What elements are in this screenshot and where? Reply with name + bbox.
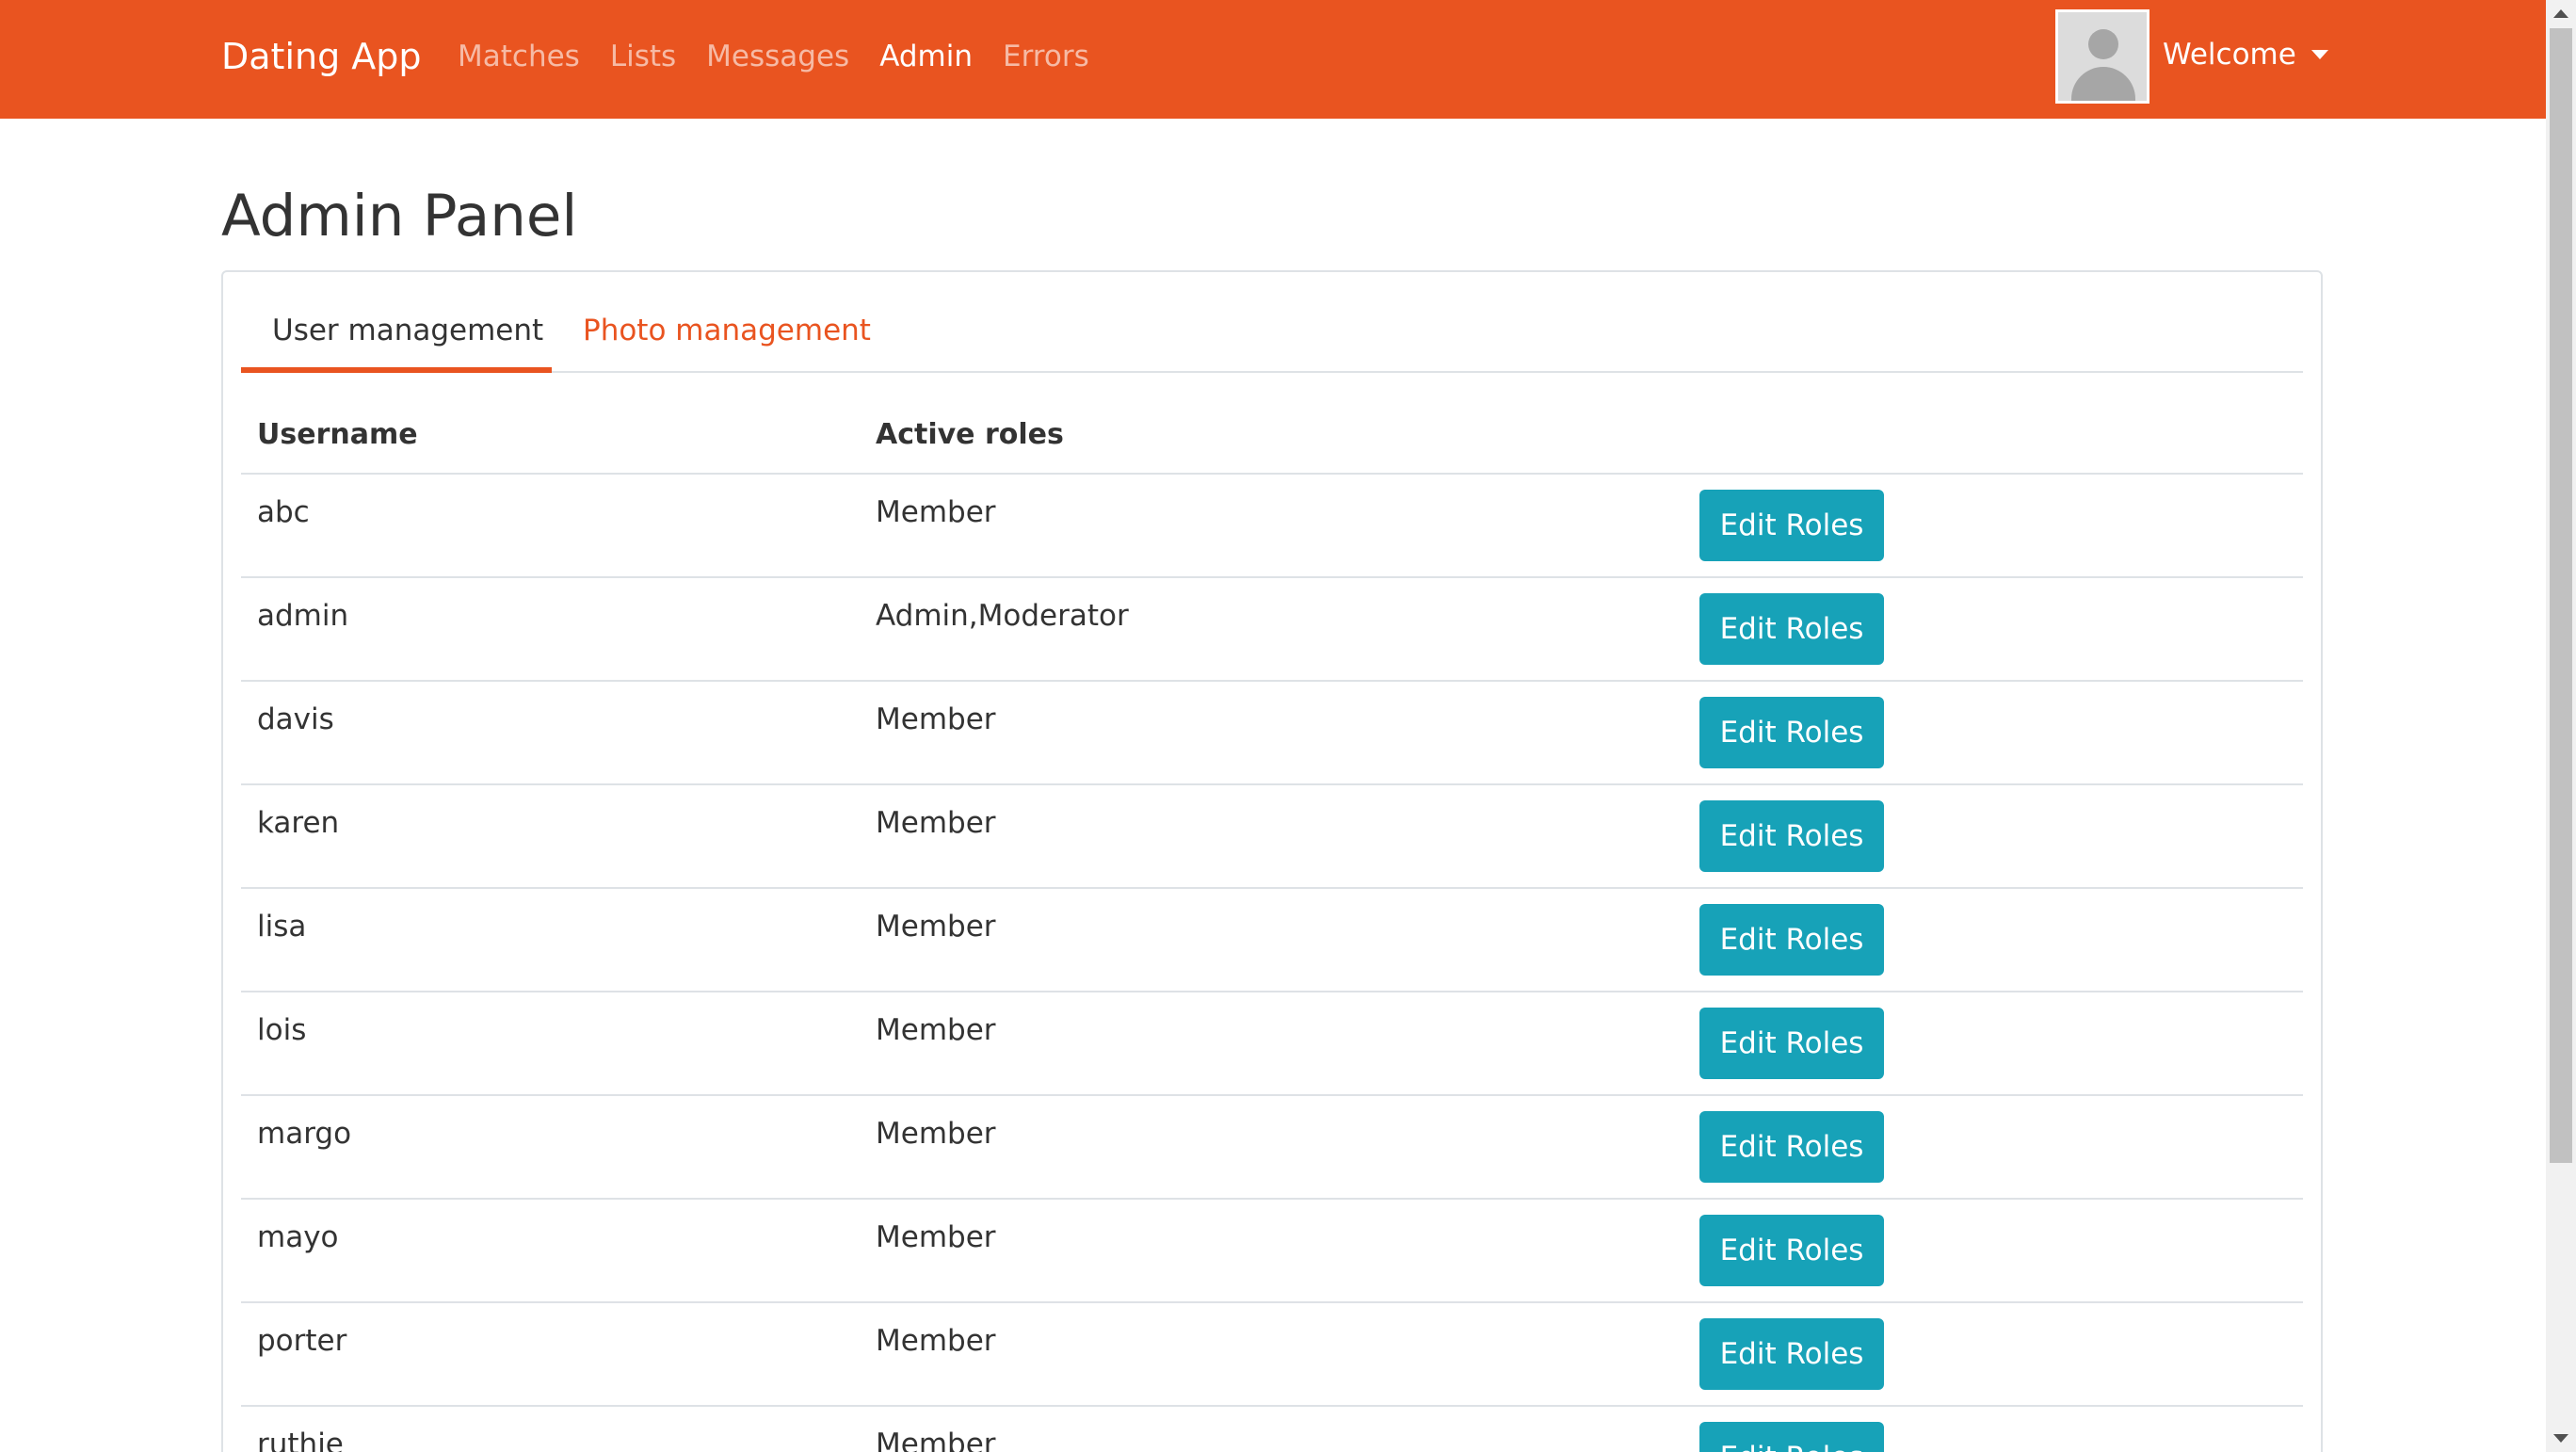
nav-link-lists[interactable]: Lists xyxy=(610,28,676,85)
table-row: admin Admin,Moderator Edit Roles xyxy=(241,578,2303,682)
edit-roles-button[interactable]: Edit Roles xyxy=(1699,800,1884,872)
tab-user-management[interactable]: User management xyxy=(241,298,552,373)
edit-roles-button[interactable]: Edit Roles xyxy=(1699,697,1884,768)
table-row: porter Member Edit Roles xyxy=(241,1303,2303,1407)
table-row: ruthie Member Edit Roles xyxy=(241,1407,2303,1452)
edit-roles-button[interactable]: Edit Roles xyxy=(1699,490,1884,561)
column-header-username: Username xyxy=(257,418,418,451)
table-row: lisa Member Edit Roles xyxy=(241,889,2303,992)
caret-down-icon xyxy=(2310,50,2328,59)
table-row: margo Member Edit Roles xyxy=(241,1096,2303,1200)
username-cell: abc xyxy=(257,495,310,529)
admin-tabs: User management Photo management xyxy=(241,298,2303,373)
username-cell: margo xyxy=(257,1117,352,1151)
brand-link[interactable]: Dating App xyxy=(221,28,422,85)
nav-link-matches[interactable]: Matches xyxy=(458,28,580,85)
vertical-scrollbar[interactable] xyxy=(2546,0,2576,1452)
edit-roles-button[interactable]: Edit Roles xyxy=(1699,1008,1884,1079)
scroll-down-arrow-icon[interactable] xyxy=(2553,1434,2568,1443)
username-cell: karen xyxy=(257,806,340,840)
table-row: abc Member Edit Roles xyxy=(241,475,2303,578)
scrollbar-thumb[interactable] xyxy=(2550,28,2572,1163)
username-cell: mayo xyxy=(257,1220,339,1254)
user-avatar xyxy=(2055,9,2149,104)
roles-cell: Member xyxy=(876,1324,996,1358)
edit-roles-button[interactable]: Edit Roles xyxy=(1699,1111,1884,1183)
table-row: davis Member Edit Roles xyxy=(241,682,2303,785)
roles-cell: Member xyxy=(876,702,996,736)
roles-cell: Member xyxy=(876,910,996,944)
edit-roles-button[interactable]: Edit Roles xyxy=(1699,593,1884,665)
tab-photo-management[interactable]: Photo management xyxy=(552,298,902,373)
nav-link-errors[interactable]: Errors xyxy=(1003,28,1089,85)
roles-cell: Member xyxy=(876,1428,996,1452)
edit-roles-button[interactable]: Edit Roles xyxy=(1699,1215,1884,1286)
username-cell: porter xyxy=(257,1324,347,1358)
table-row: karen Member Edit Roles xyxy=(241,785,2303,889)
roles-cell: Member xyxy=(876,1220,996,1254)
edit-roles-button[interactable]: Edit Roles xyxy=(1699,1422,1884,1452)
nav-link-admin[interactable]: Admin xyxy=(879,28,973,85)
username-cell: ruthie xyxy=(257,1428,344,1452)
roles-cell: Admin,Moderator xyxy=(876,599,1129,633)
nav-link-messages[interactable]: Messages xyxy=(706,28,849,85)
avatar-placeholder-icon xyxy=(2058,12,2147,101)
username-cell: lisa xyxy=(257,910,307,944)
roles-cell: Member xyxy=(876,495,996,529)
roles-cell: Member xyxy=(876,1013,996,1047)
table-row: mayo Member Edit Roles xyxy=(241,1200,2303,1303)
edit-roles-button[interactable]: Edit Roles xyxy=(1699,904,1884,976)
top-navbar: Dating App Matches Lists Messages Admin … xyxy=(0,0,2546,119)
username-cell: lois xyxy=(257,1013,307,1047)
page-title: Admin Panel xyxy=(221,183,578,250)
roles-cell: Member xyxy=(876,1117,996,1151)
nav-links: Matches Lists Messages Admin Errors xyxy=(458,28,1119,85)
scroll-up-arrow-icon[interactable] xyxy=(2553,9,2568,18)
edit-roles-button[interactable]: Edit Roles xyxy=(1699,1318,1884,1390)
table-row: lois Member Edit Roles xyxy=(241,992,2303,1096)
table-header: Username Active roles xyxy=(241,405,2303,475)
users-table: Username Active roles abc Member Edit Ro… xyxy=(241,405,2303,1452)
username-cell: davis xyxy=(257,702,334,736)
column-header-active-roles: Active roles xyxy=(876,418,1064,451)
username-cell: admin xyxy=(257,599,349,633)
welcome-label: Welcome xyxy=(2163,38,2296,72)
roles-cell: Member xyxy=(876,806,996,840)
welcome-dropdown[interactable]: Welcome xyxy=(2163,26,2328,83)
page: Dating App Matches Lists Messages Admin … xyxy=(0,0,2576,1452)
